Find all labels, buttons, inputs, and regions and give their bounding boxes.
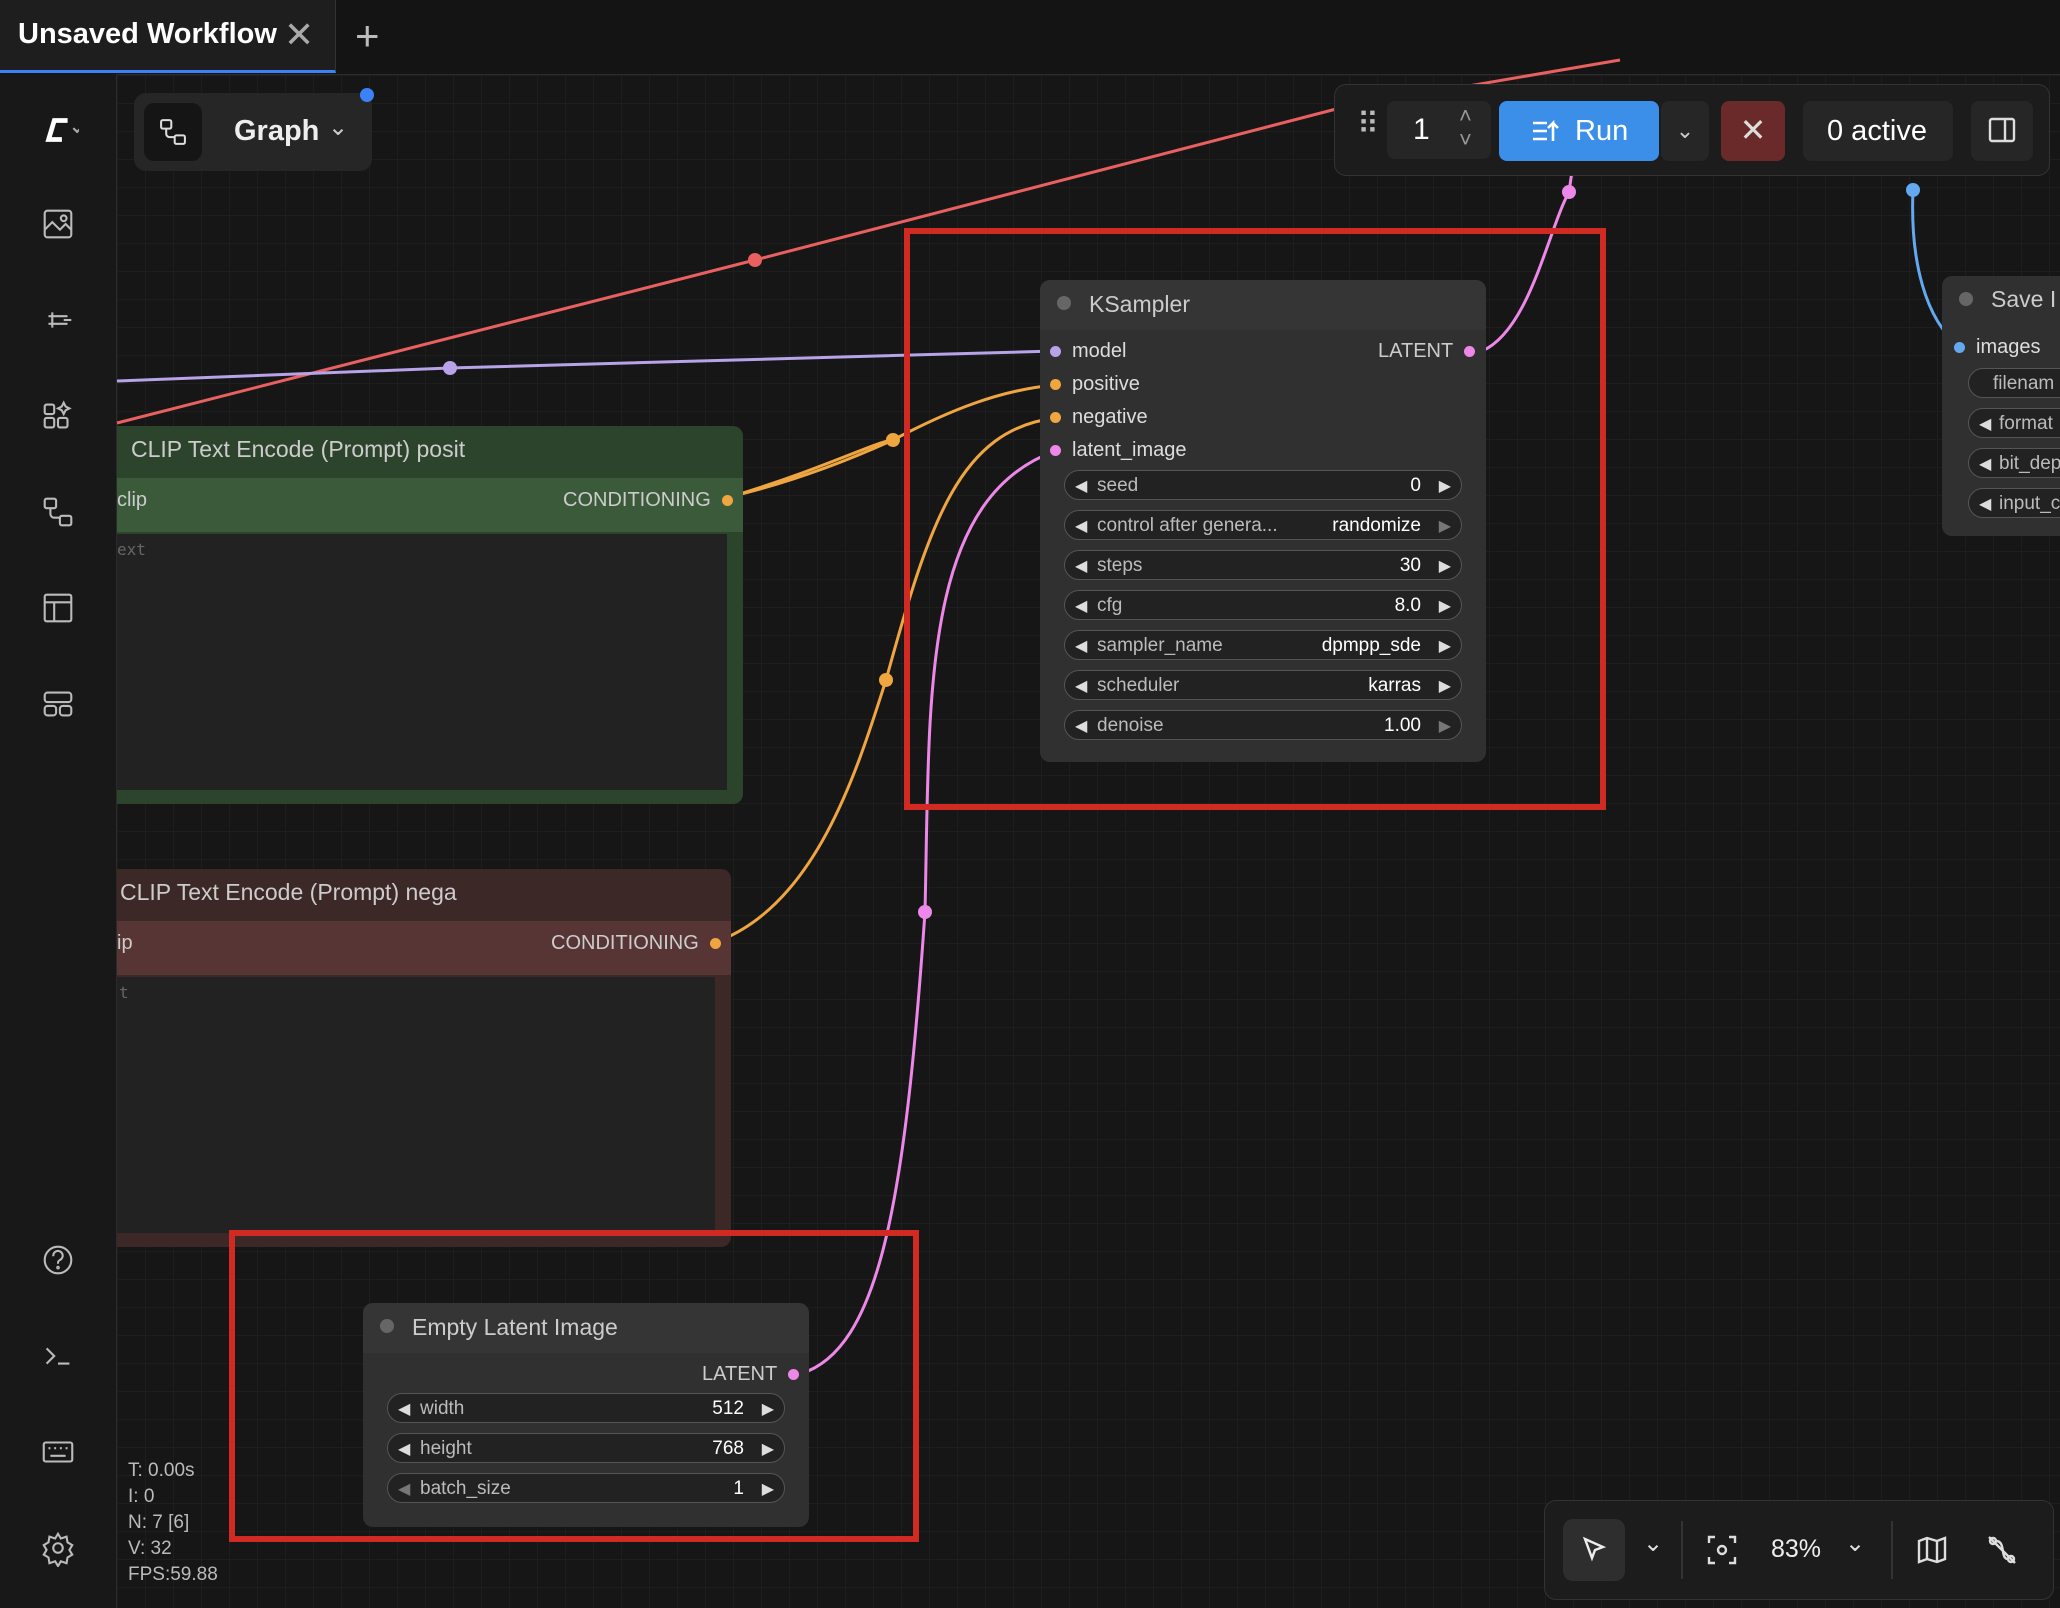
chevron-down-icon[interactable]: ˅ bbox=[1459, 127, 1472, 153]
graph-icon bbox=[144, 103, 202, 161]
graph-label: Graph bbox=[234, 115, 320, 147]
stat-time: T: 0.00s bbox=[128, 1460, 195, 1481]
highlight-box-ksampler bbox=[904, 228, 1606, 810]
chevron-down-icon: ⌄ bbox=[328, 114, 349, 141]
clip-text-encode-positive-node[interactable]: CLIP Text Encode (Prompt) posit clip CON… bbox=[117, 426, 743, 804]
stat-fps: FPS:59.88 bbox=[128, 1564, 218, 1585]
pointer-icon bbox=[1582, 1536, 1607, 1562]
node-title: CLIP Text Encode (Prompt) nega bbox=[120, 879, 457, 905]
node-title: Save I bbox=[1991, 286, 2057, 312]
input-clip-label: ip bbox=[117, 932, 133, 954]
batch-count-value: 1 bbox=[1413, 113, 1430, 146]
node-title: CLIP Text Encode (Prompt) posit bbox=[131, 436, 466, 462]
stat-i: I: 0 bbox=[128, 1486, 155, 1507]
prompt-placeholder: t bbox=[119, 983, 129, 1002]
toggle-links-icon[interactable] bbox=[1985, 1533, 2019, 1567]
stat-nodes: N: 7 [6] bbox=[128, 1512, 190, 1533]
widget-label: format bbox=[1999, 413, 2053, 434]
panel-icon bbox=[1988, 117, 2016, 143]
widget-label: input_c bbox=[1999, 493, 2060, 514]
widget-format[interactable]: ◀ format bbox=[1968, 408, 2060, 438]
save-image-node[interactable]: Save I images filenam ◀ format ◀ bit_dep ◀… bbox=[1942, 276, 2060, 536]
decrement-arrow-icon[interactable]: ◀ bbox=[1979, 454, 1991, 474]
active-queue-button[interactable]: 0 active bbox=[1803, 101, 1953, 161]
widget-label: filenam bbox=[1993, 373, 2055, 394]
decrement-arrow-icon[interactable]: ◀ bbox=[1979, 494, 1991, 514]
run-button[interactable]: Run bbox=[1499, 101, 1659, 161]
collapse-dot[interactable] bbox=[1959, 292, 1973, 306]
fit-view-icon[interactable] bbox=[1705, 1533, 1739, 1567]
decrement-arrow-icon[interactable]: ◀ bbox=[1979, 414, 1991, 434]
minimap-icon[interactable] bbox=[1915, 1533, 1949, 1567]
highlight-box-empty-latent bbox=[229, 1230, 919, 1542]
drag-handle-icon[interactable]: ⠿ bbox=[1357, 107, 1379, 142]
prompt-textarea[interactable]: ext bbox=[117, 534, 727, 790]
output-conditioning-label: CONDITIONING bbox=[551, 932, 699, 954]
batch-count-stepper[interactable]: 1 ˄ ˅ bbox=[1387, 101, 1491, 159]
widget-filename[interactable]: filenam bbox=[1968, 368, 2060, 398]
output-conditioning-slot[interactable] bbox=[722, 495, 733, 506]
queue-icon bbox=[1533, 119, 1559, 141]
select-mode-button[interactable] bbox=[1563, 1519, 1625, 1581]
toggle-panel-button[interactable] bbox=[1971, 101, 2033, 161]
clip-text-encode-negative-node[interactable]: CLIP Text Encode (Prompt) nega ip CONDIT… bbox=[117, 869, 731, 1247]
divider bbox=[1681, 1521, 1683, 1579]
stat-v: V: 32 bbox=[128, 1538, 172, 1559]
prompt-textarea[interactable]: t bbox=[117, 977, 715, 1233]
widget-input-color[interactable]: ◀ input_c bbox=[1968, 488, 2060, 518]
chevron-up-icon[interactable]: ˄ bbox=[1459, 103, 1472, 129]
output-conditioning-slot[interactable] bbox=[710, 938, 721, 949]
run-label: Run bbox=[1575, 115, 1629, 147]
input-images-label: images bbox=[1976, 336, 2041, 358]
zoom-level[interactable]: 83% bbox=[1771, 1535, 1821, 1564]
chevron-down-icon[interactable]: ⌄ bbox=[1643, 1529, 1663, 1558]
divider bbox=[1891, 1521, 1893, 1579]
output-conditioning-label: CONDITIONING bbox=[563, 489, 711, 511]
widget-label: bit_dep bbox=[1999, 453, 2060, 474]
canvas-stats: T: 0.00s I: 0 N: 7 [6] V: 32 FPS:59.88 bbox=[128, 1458, 218, 1588]
input-images-slot[interactable] bbox=[1954, 342, 1965, 353]
run-toolbar: ⠿ 1 ˄ ˅ Run ⌄ ✕ 0 active bbox=[1334, 84, 2050, 176]
graph-selector[interactable]: Graph ⌄ bbox=[134, 93, 372, 171]
widget-bit-depth[interactable]: ◀ bit_dep bbox=[1968, 448, 2060, 478]
active-queue-label: 0 active bbox=[1827, 115, 1927, 147]
cancel-run-button[interactable]: ✕ bbox=[1721, 101, 1785, 161]
prompt-placeholder: ext bbox=[117, 540, 146, 559]
unsaved-indicator bbox=[360, 88, 374, 102]
input-clip-label: clip bbox=[117, 489, 148, 511]
canvas-controls: ⌄ 83% ⌄ bbox=[1544, 1500, 2054, 1600]
run-options-chevron-icon[interactable]: ⌄ bbox=[1661, 101, 1709, 161]
chevron-down-icon[interactable]: ⌄ bbox=[1845, 1529, 1865, 1558]
